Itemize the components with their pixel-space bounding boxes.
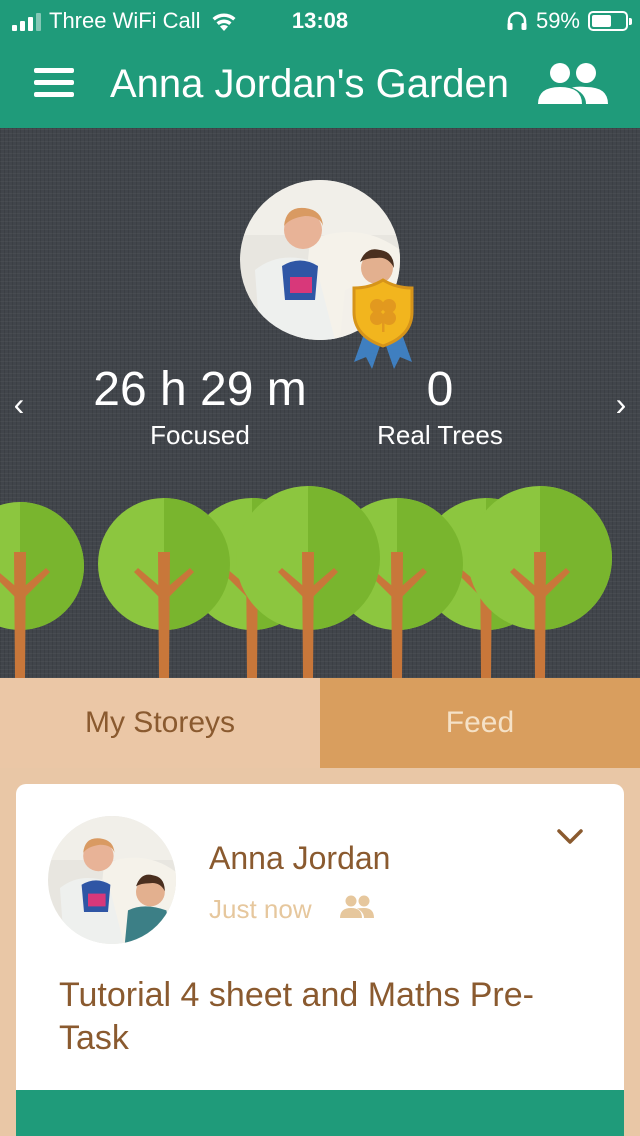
tab-my-storeys[interactable]: My Storeys (0, 678, 320, 768)
card-avatar[interactable] (48, 816, 176, 944)
card-post-text: Tutorial 4 sheet and Maths Pre-Task (59, 976, 534, 1057)
prev-profile-button[interactable]: ‹ (4, 386, 34, 423)
focused-value: 26 h 29 m (93, 363, 307, 416)
real-trees-value: 0 (426, 363, 454, 416)
tree (0, 502, 84, 678)
status-right: 59% (506, 8, 632, 34)
tab-bar: My Storeys Feed (0, 678, 640, 768)
headphones-icon (507, 11, 527, 30)
chevron-down-icon[interactable] (556, 826, 584, 848)
card-timestamp: Just now (209, 894, 312, 924)
card-author-name: Anna Jordan (209, 840, 391, 876)
page-title: Anna Jordan's Garden (110, 62, 510, 106)
battery-icon (588, 11, 632, 31)
battery-percent: 59% (535, 8, 580, 33)
friends-visibility-icon (340, 895, 374, 918)
carrier-label: Three WiFi Call (49, 8, 201, 33)
menu-button[interactable] (34, 68, 74, 102)
menu-icon-line (34, 92, 74, 97)
avatar-photo (48, 816, 176, 944)
status-left: Three WiFi Call (12, 8, 239, 34)
app-bar: Anna Jordan's Garden (0, 42, 640, 128)
signal-icon (12, 11, 41, 31)
tree (236, 486, 380, 678)
tab-feed[interactable]: Feed (320, 678, 640, 768)
real-trees-label: Real Trees (377, 420, 503, 450)
menu-icon-line (34, 68, 74, 73)
card-footer-bar (16, 1090, 624, 1136)
wifi-icon (212, 13, 236, 31)
friends-icon[interactable] (538, 60, 608, 108)
garden-hero: ‹ › 26 h 29 m Focused 0 Real Trees (0, 128, 640, 678)
tree-row (0, 486, 612, 678)
status-bar: Three WiFi Call 13:08 59% (0, 0, 640, 42)
menu-icon-line (34, 80, 74, 85)
focused-label: Focused (150, 420, 250, 450)
clover-badge-icon (352, 278, 414, 369)
feed-card[interactable]: Anna Jordan Just now Tutorial 4 sheet an… (16, 784, 624, 1136)
tree (98, 498, 230, 678)
battery-fill (592, 15, 611, 27)
next-profile-button[interactable]: › (606, 386, 636, 423)
